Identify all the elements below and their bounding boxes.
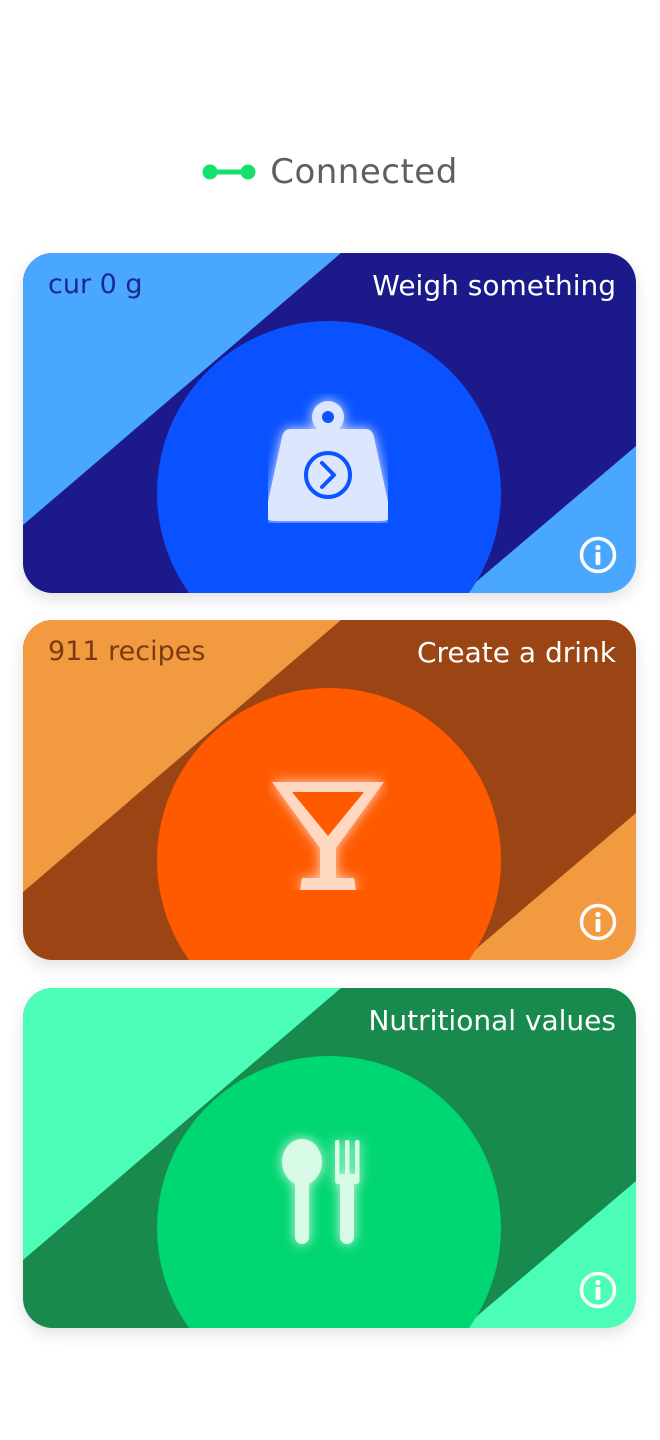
info-button[interactable] [578, 535, 618, 575]
cocktail-glass-icon [268, 760, 388, 890]
nutritional-values-card[interactable]: Nutritional values [23, 988, 636, 1328]
create-a-drink-card[interactable]: 911 recipes Create a drink [23, 620, 636, 960]
recipe-count-label: 911 recipes [48, 636, 206, 667]
card-title: Create a drink [416, 636, 616, 669]
card-title: Nutritional values [368, 1004, 616, 1037]
cutlery-icon [268, 1128, 388, 1258]
card-title: Weigh something [372, 269, 616, 302]
connection-icon [202, 162, 256, 182]
info-button[interactable] [578, 902, 618, 942]
connection-status: Connected [0, 148, 660, 196]
info-button[interactable] [578, 1270, 618, 1310]
connection-status-label: Connected [270, 152, 458, 192]
weight-icon [268, 393, 388, 523]
weigh-something-card[interactable]: cur 0 g Weigh something [23, 253, 636, 593]
current-weight-label: cur 0 g [48, 269, 143, 300]
